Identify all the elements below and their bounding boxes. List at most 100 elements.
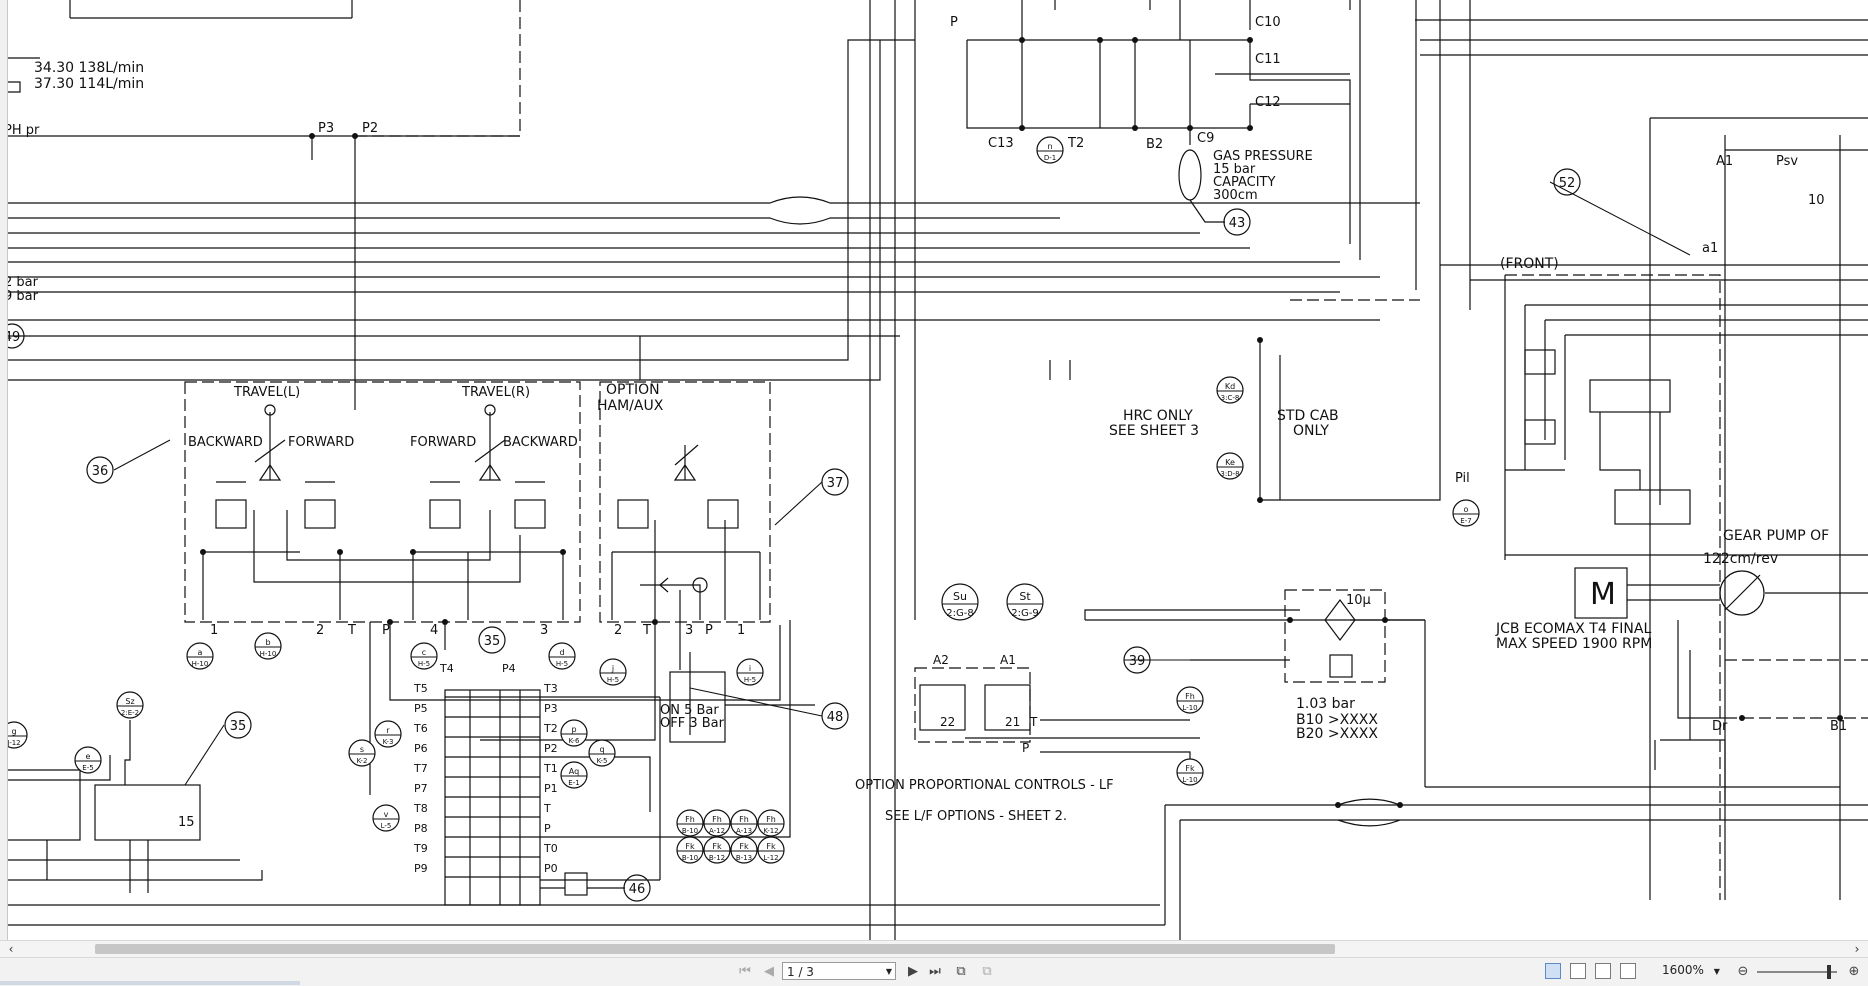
tag-st: St 2:G-9 <box>1006 583 1044 621</box>
svg-text:B-10: B-10 <box>682 854 698 862</box>
scrollbar-thumb[interactable] <box>95 944 1335 954</box>
std-cab-label: STD CAB <box>1277 408 1339 424</box>
gas-capacity-value: 300cm <box>1213 188 1258 203</box>
next-page-icon[interactable]: ▶ <box>904 963 922 981</box>
previous-view-icon[interactable]: ⧉ <box>952 963 970 981</box>
a1-label: A1 <box>1716 154 1733 169</box>
p-top-label: P <box>950 15 958 30</box>
svg-text:Fh: Fh <box>766 815 776 824</box>
svg-text:s: s <box>360 745 364 754</box>
svg-text:g: g <box>11 727 16 736</box>
travel-r-label: TRAVEL(R) <box>461 385 530 400</box>
tag-b: b H-10 <box>254 632 282 660</box>
continuous-facing-view-icon[interactable] <box>1620 963 1636 979</box>
next-view-icon[interactable]: ⧉ <box>978 963 996 981</box>
c12-label: C12 <box>1255 95 1281 110</box>
port-p: P <box>544 822 551 835</box>
svg-text:n: n <box>1047 142 1052 151</box>
svg-text:d: d <box>559 648 564 657</box>
ref-43: 43 <box>1229 216 1246 231</box>
svg-text:Fh: Fh <box>1185 692 1195 701</box>
svg-text:H-10: H-10 <box>192 660 209 668</box>
horizontal-scrollbar[interactable]: ‹ › <box>0 940 1868 957</box>
pil-label: Pil <box>1455 471 1470 486</box>
svg-text:L-10: L-10 <box>1182 776 1197 784</box>
tag-kd: Kd 3:C-8 <box>1216 376 1244 404</box>
port-p1: P1 <box>544 782 558 795</box>
ref-35: 35 <box>484 634 501 649</box>
svg-text:v: v <box>384 810 389 819</box>
a1-lower-label: a1 <box>1702 241 1718 256</box>
svg-text:3:C-8: 3:C-8 <box>1221 394 1240 402</box>
num-15-label: 15 <box>178 815 195 830</box>
zoom-slider[interactable] <box>1757 965 1837 979</box>
c10-label: C10 <box>1255 15 1281 30</box>
ref-36: 36 <box>92 464 109 479</box>
port-p7: P7 <box>414 782 428 795</box>
svg-text:H-5: H-5 <box>556 660 568 668</box>
tag-r: r K-3 <box>374 720 402 748</box>
c11-label: C11 <box>1255 52 1281 67</box>
svg-text:c: c <box>422 648 426 657</box>
a1-valve-label: A1 <box>1000 653 1016 667</box>
pump-displacement-label: 122cm/rev <box>1703 551 1778 567</box>
facing-view-icon[interactable] <box>1595 963 1611 979</box>
svg-text:Su: Su <box>953 590 967 603</box>
svg-text:a: a <box>198 648 203 657</box>
port-t8: T8 <box>413 802 428 815</box>
tag-o: o E-7 <box>1452 499 1480 527</box>
zoom-out-icon[interactable]: ⊖ <box>1734 963 1752 981</box>
fk-tag-grid: Fk Fk Fk Fk B-10 B-12 B-13 L-12 <box>676 836 785 864</box>
port-t1: T1 <box>543 762 558 775</box>
zoom-in-icon[interactable]: ⊕ <box>1845 963 1863 981</box>
svg-text:St: St <box>1019 590 1031 603</box>
tag-fk: Fk L-10 <box>1176 758 1204 786</box>
port-t9: T9 <box>413 842 428 855</box>
port-p8: P8 <box>414 822 428 835</box>
port-p0: P0 <box>544 862 558 875</box>
svg-text:B-13: B-13 <box>736 854 752 862</box>
port-t6: T6 <box>413 722 428 735</box>
num-21-label: 21 <box>1005 715 1020 729</box>
svg-text:Fh: Fh <box>739 815 749 824</box>
opt-port-3-label: 3 <box>685 623 693 638</box>
schematic-labels: 34.30 138L/min 37.30 114L/min PH pr P3 P… <box>0 15 1847 902</box>
svg-text:K-3: K-3 <box>383 738 394 746</box>
travel-l-label: TRAVEL(L) <box>233 385 300 400</box>
zoom-slider-handle[interactable] <box>1827 965 1831 979</box>
left-panel-edge[interactable] <box>0 0 8 940</box>
svg-text:i: i <box>749 664 751 673</box>
zoom-value: 1600% <box>1662 963 1704 977</box>
off-bar-label: OFF 3 Bar <box>660 716 725 731</box>
scroll-right-icon[interactable]: › <box>1849 941 1865 957</box>
bar-b-label: 9 bar <box>4 289 39 304</box>
dr-label: Dr <box>1712 719 1728 734</box>
std-only-label: ONLY <box>1293 423 1329 439</box>
last-page-icon[interactable]: ⏭ <box>926 963 944 981</box>
previous-page-icon[interactable]: ◀ <box>760 963 778 981</box>
svg-text:H-5: H-5 <box>418 660 430 668</box>
p3-label: P3 <box>318 121 334 136</box>
svg-text:K-2: K-2 <box>357 757 368 765</box>
t4-label: T4 <box>439 662 454 675</box>
svg-text:E-1: E-1 <box>568 779 579 787</box>
continuous-view-icon[interactable] <box>1570 963 1586 979</box>
port-1-label: 1 <box>210 623 218 638</box>
ref-46: 46 <box>629 882 646 897</box>
scroll-left-icon[interactable]: ‹ <box>3 941 19 957</box>
ref-39: 39 <box>1129 654 1146 669</box>
svg-text:J-12: J-12 <box>6 739 20 747</box>
a2-label: A2 <box>933 653 949 667</box>
single-page-view-icon[interactable] <box>1545 963 1561 979</box>
b1-label: B1 <box>1830 719 1847 734</box>
ref-37: 37 <box>827 476 844 491</box>
zoom-select[interactable]: 1600% ▼ <box>1662 963 1720 977</box>
page-number-select[interactable]: 1 / 3 ▼ <box>782 962 896 980</box>
svg-text:A-13: A-13 <box>736 827 752 835</box>
svg-text:2:G-8: 2:G-8 <box>946 608 973 619</box>
svg-text:H-5: H-5 <box>607 676 619 684</box>
taskbar-edge <box>0 981 300 985</box>
svg-text:L-5: L-5 <box>381 822 392 830</box>
first-page-icon[interactable]: ⏮ <box>736 963 754 981</box>
svg-text:H-5: H-5 <box>744 676 756 684</box>
